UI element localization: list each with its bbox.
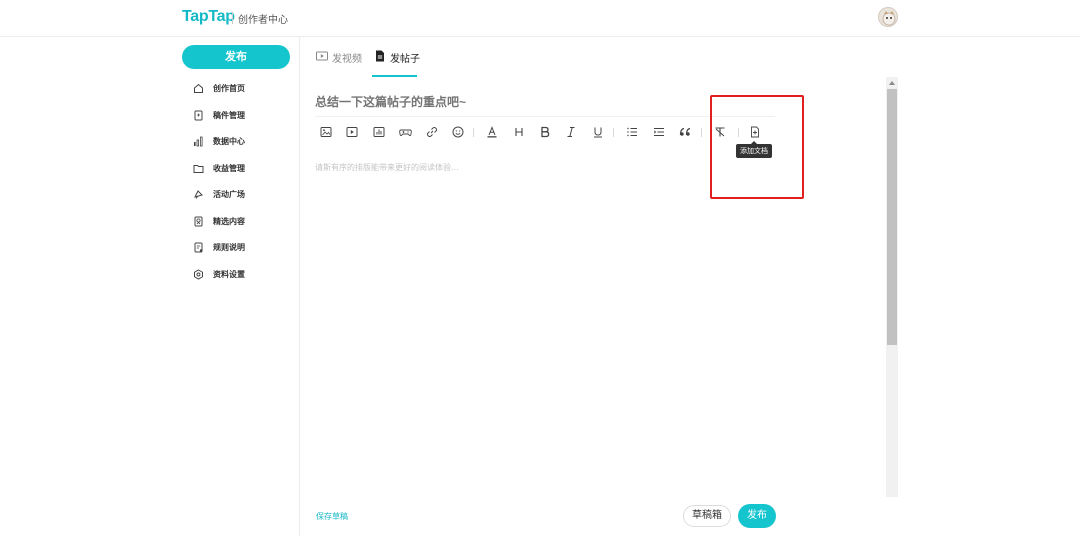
underline-icon[interactable] (590, 124, 606, 140)
user-avatar[interactable] (878, 7, 898, 27)
sidebar-item-label: 收益管理 (213, 163, 245, 173)
publish-button[interactable]: 发布 (738, 504, 776, 528)
sidebar-item-label: 资料设置 (213, 269, 245, 279)
link-icon[interactable] (424, 124, 440, 140)
post-icon (374, 50, 386, 62)
award-icon (193, 216, 204, 227)
tab-label: 发视频 (332, 54, 362, 65)
toolbar-divider (613, 128, 614, 137)
megaphone-icon (193, 189, 204, 200)
title-divider (315, 116, 775, 117)
video-icon[interactable] (344, 124, 360, 140)
creator-center-title[interactable]: 创作者中心 (238, 11, 288, 26)
sidebar-item-label: 稿件管理 (213, 110, 245, 120)
scrollbar-thumb[interactable] (887, 89, 897, 345)
toolbar-divider (473, 128, 474, 137)
highlight-box (710, 95, 804, 199)
post-body-editor[interactable]: 请斯有序的排版能带来更好的阅读体验... (315, 162, 459, 173)
sidebar-item-settings[interactable]: 资料设置 (193, 266, 245, 282)
quote-icon[interactable] (677, 124, 693, 140)
taptap-logo[interactable]: TapTap (182, 8, 235, 26)
settings-icon (193, 268, 204, 280)
sidebar: 发布 创作首页 稿件管理 数据中心 收益管理 活动广场 精选内容 规则说明 资料… (180, 37, 300, 536)
post-title-input[interactable] (315, 95, 775, 109)
unordered-list-icon[interactable] (651, 124, 667, 140)
sidebar-item-label: 规则说明 (213, 242, 245, 252)
heading-icon[interactable] (511, 124, 527, 140)
bold-icon[interactable] (537, 124, 553, 140)
tab-label: 发帖子 (390, 54, 420, 65)
top-bar: TapTap 创作者中心 (0, 0, 1080, 37)
tab-post-thread[interactable]: 发帖子 (374, 50, 420, 76)
sidebar-item-revenue[interactable]: 收益管理 (193, 160, 245, 176)
folder-icon (193, 163, 204, 174)
tab-post-video[interactable]: 发视频 (316, 50, 362, 76)
active-tab-indicator (372, 75, 417, 77)
logo-divider (232, 12, 233, 24)
font-color-icon[interactable] (484, 124, 500, 140)
sidebar-item-manuscripts[interactable]: 稿件管理 (193, 107, 245, 123)
chart-icon[interactable] (371, 124, 387, 140)
sidebar-item-rules[interactable]: 规则说明 (193, 239, 245, 255)
sidebar-item-label: 活动广场 (213, 189, 245, 199)
sidebar-item-label: 创作首页 (213, 83, 245, 93)
drafts-button[interactable]: 草稿箱 (683, 505, 731, 527)
italic-icon[interactable] (563, 124, 579, 140)
publish-main-button[interactable]: 发布 (182, 45, 290, 69)
bar-chart-icon (193, 136, 204, 147)
sidebar-item-label: 数据中心 (213, 136, 245, 146)
sidebar-item-data[interactable]: 数据中心 (193, 133, 245, 149)
video-icon (316, 50, 328, 62)
image-icon[interactable] (318, 124, 334, 140)
save-draft-link[interactable]: 保存草稿 (316, 511, 348, 522)
document-icon (193, 110, 204, 121)
rules-icon (193, 242, 204, 253)
home-icon (193, 83, 204, 94)
sidebar-item-activities[interactable]: 活动广场 (193, 186, 245, 202)
scrollbar[interactable] (886, 77, 898, 497)
toolbar-divider (701, 128, 702, 137)
sidebar-item-featured[interactable]: 精选内容 (193, 213, 245, 229)
emoji-icon[interactable] (450, 124, 466, 140)
ordered-list-icon[interactable] (624, 124, 640, 140)
scroll-up-arrow-icon[interactable] (886, 77, 898, 89)
sidebar-item-label: 精选内容 (213, 216, 245, 226)
gamepad-icon[interactable] (397, 124, 413, 140)
sidebar-item-home[interactable]: 创作首页 (193, 80, 245, 96)
